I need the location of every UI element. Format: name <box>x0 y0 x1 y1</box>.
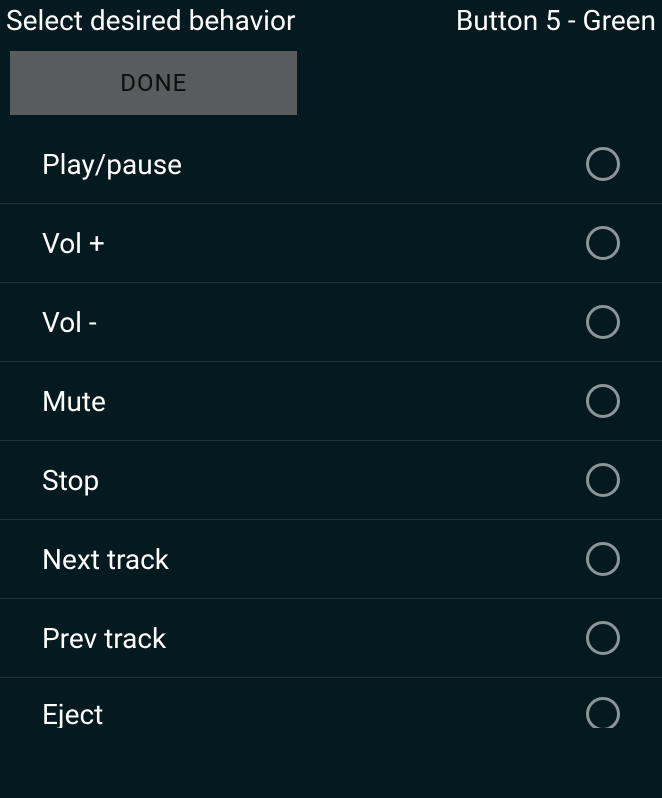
button-identifier: Button 5 - Green <box>454 0 658 45</box>
header-left: Select desired behavior DONE <box>4 0 297 115</box>
option-label: Next track <box>42 543 169 576</box>
done-button[interactable]: DONE <box>10 51 297 115</box>
option-label: Prev track <box>42 622 166 655</box>
option-vol-up[interactable]: Vol + <box>0 204 662 283</box>
radio-icon <box>586 305 620 339</box>
behavior-list: Play/pause Vol + Vol - Mute Stop Next tr… <box>0 125 662 728</box>
option-vol-down[interactable]: Vol - <box>0 283 662 362</box>
option-label: Stop <box>42 464 99 497</box>
option-play-pause[interactable]: Play/pause <box>0 125 662 204</box>
option-prev-track[interactable]: Prev track <box>0 599 662 678</box>
radio-icon <box>586 697 620 728</box>
option-label: Mute <box>42 385 106 418</box>
option-eject[interactable]: Eject <box>0 678 662 728</box>
radio-icon <box>586 147 620 181</box>
radio-icon <box>586 226 620 260</box>
radio-icon <box>586 463 620 497</box>
option-label: Eject <box>42 698 103 729</box>
option-next-track[interactable]: Next track <box>0 520 662 599</box>
option-stop[interactable]: Stop <box>0 441 662 520</box>
option-mute[interactable]: Mute <box>0 362 662 441</box>
page-title: Select desired behavior <box>4 0 297 45</box>
option-label: Vol + <box>42 227 105 260</box>
radio-icon <box>586 542 620 576</box>
option-label: Vol - <box>42 306 97 339</box>
option-label: Play/pause <box>42 148 182 181</box>
header: Select desired behavior DONE Button 5 - … <box>0 0 662 115</box>
radio-icon <box>586 384 620 418</box>
radio-icon <box>586 621 620 655</box>
